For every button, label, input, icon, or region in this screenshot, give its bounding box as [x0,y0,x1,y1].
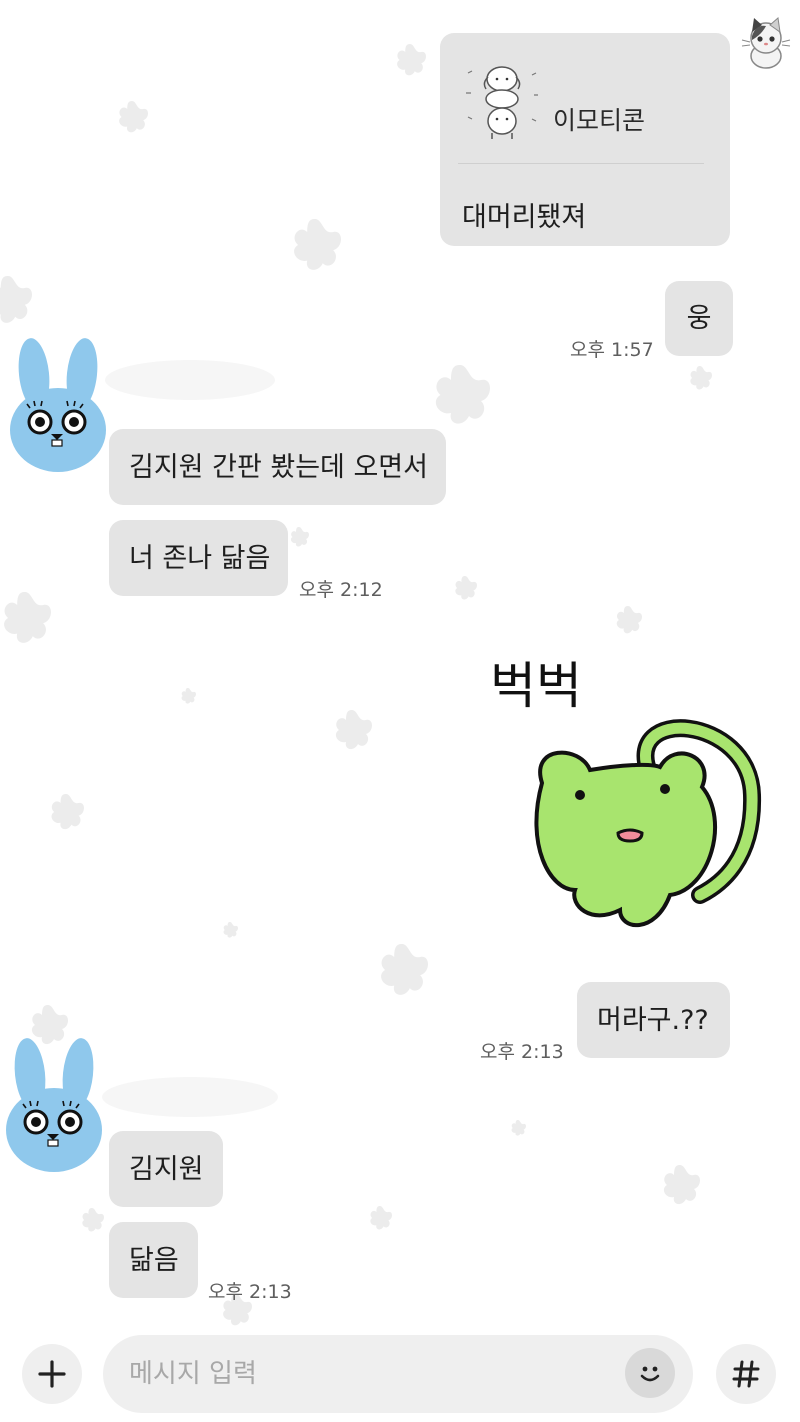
blue-rabbit-icon[interactable] [4,336,108,476]
hashtag-icon [732,1360,760,1388]
timestamp: 오후 2:12 [299,579,383,601]
received-message-bubble[interactable]: 너 존나 닮음 [109,520,288,596]
message-text: 대머리됐져 [462,202,587,233]
message-input[interactable] [103,1335,693,1413]
message-text: 닮음 [129,1244,179,1276]
emoticon-message[interactable]: 이모티콘 대머리됐져 [440,33,730,246]
smiley-icon [640,1366,660,1382]
cat-icon[interactable] [738,12,794,70]
add-button[interactable] [22,1344,82,1404]
message-text: 김지원 간판 봤는데 오면서 [129,451,428,483]
sticker-text: 벅벅 [490,657,582,715]
received-message-bubble[interactable]: 닮음 [109,1222,198,1298]
message-text: 머라구.?? [597,1004,709,1036]
green-frog-sticker: 벅벅 [490,657,762,927]
timestamp: 오후 2:13 [208,1281,292,1303]
plus-icon [38,1360,66,1388]
received-message-bubble[interactable]: 김지원 [109,1131,223,1207]
message-text: 너 존나 닮음 [129,542,271,574]
message-text: 김지원 [129,1153,204,1185]
blue-rabbit-icon[interactable] [0,1036,104,1176]
received-message-bubble[interactable]: 김지원 간판 봤는데 오면서 [109,429,446,505]
timestamp: 오후 2:13 [480,1041,564,1063]
sent-message-bubble[interactable]: 웅 [665,281,733,356]
divider [458,163,704,164]
emoticon-label: 이모티콘 [553,106,646,135]
timestamp: 오후 1:57 [570,339,654,361]
emoticon-thumbnail-icon [466,66,538,139]
message-text: 웅 [686,303,712,334]
sticker-message[interactable]: 벅벅 [470,645,770,945]
emoji-button[interactable] [625,1348,675,1398]
sent-message-bubble[interactable]: 머라구.?? [577,982,730,1058]
hashtag-button[interactable] [716,1344,776,1404]
